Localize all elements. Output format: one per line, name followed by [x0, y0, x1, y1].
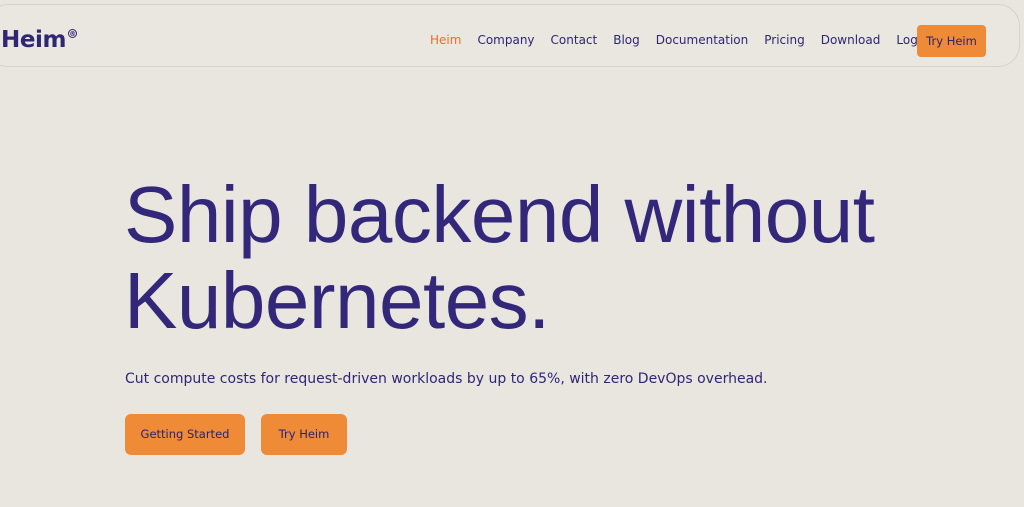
- nav-link-contact[interactable]: Contact: [551, 32, 598, 48]
- nav-link-documentation[interactable]: Documentation: [656, 32, 749, 48]
- hero-section: Ship backend without Kubernetes.: [124, 172, 1004, 344]
- nav-link-company[interactable]: Company: [477, 32, 534, 48]
- heim-logo[interactable]: Heim ®: [1, 25, 78, 55]
- logo-wordmark: Heim: [1, 27, 67, 53]
- nav-link-heim[interactable]: Heim: [430, 32, 461, 48]
- top-navbar: Heim ® Heim Company Contact Blog Documen…: [0, 4, 1020, 67]
- nav-link-pricing[interactable]: Pricing: [764, 32, 804, 48]
- main-nav: Heim Company Contact Blog Documentation …: [430, 32, 929, 48]
- hero-headline: Ship backend without Kubernetes.: [124, 172, 1004, 344]
- nav-link-download[interactable]: Download: [821, 32, 881, 48]
- nav-link-blog[interactable]: Blog: [613, 32, 640, 48]
- getting-started-button[interactable]: Getting Started: [125, 414, 245, 455]
- hero-subtitle: Cut compute costs for request-driven wor…: [125, 371, 768, 387]
- try-heim-hero-button[interactable]: Try Heim: [261, 414, 347, 455]
- try-heim-nav-button[interactable]: Try Heim: [917, 25, 986, 57]
- registered-mark-icon: ®: [68, 29, 78, 38]
- hero-headline-line-2: Kubernetes.: [124, 256, 550, 345]
- hero-headline-line-1: Ship backend without: [124, 170, 875, 259]
